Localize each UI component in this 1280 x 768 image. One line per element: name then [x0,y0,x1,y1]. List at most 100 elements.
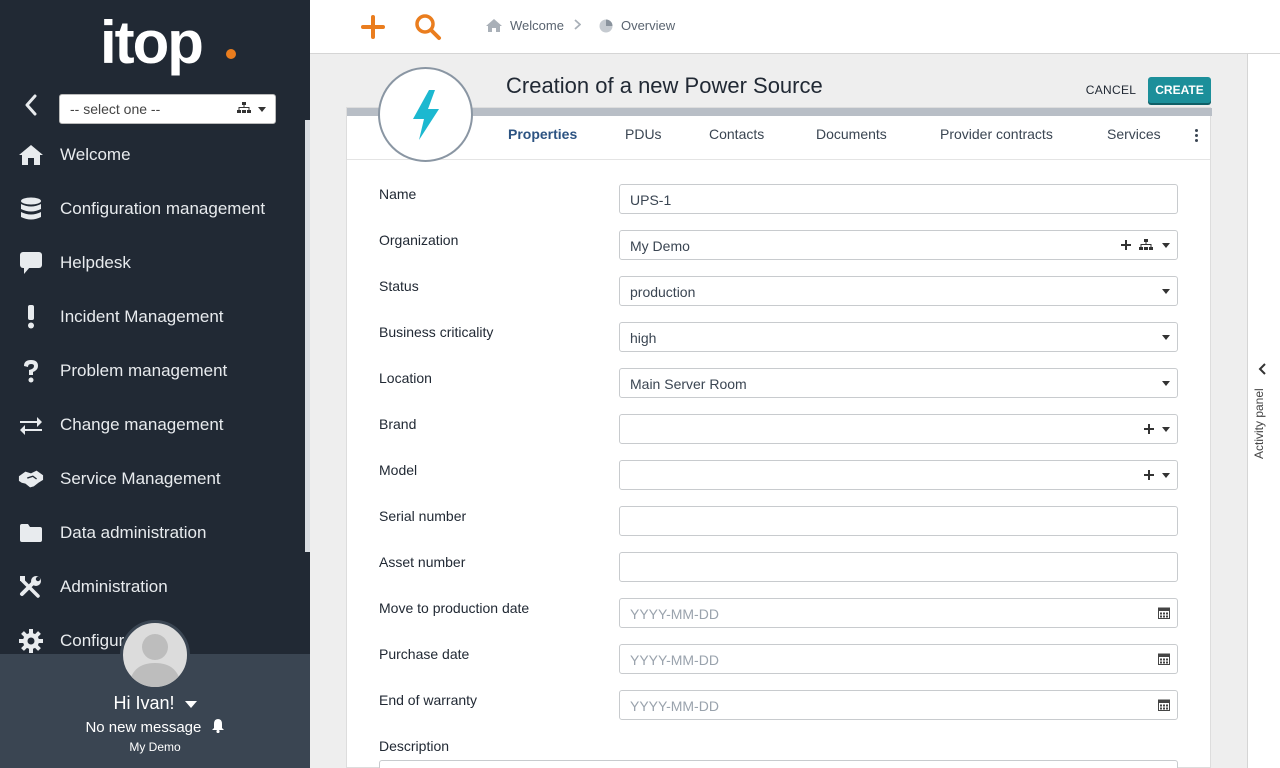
chevron-down-icon [258,107,266,112]
bell-icon [211,719,224,734]
sidebar-scrollbar[interactable] [305,120,310,552]
breadcrumb-welcome[interactable]: Welcome [486,18,564,33]
serial-number-input[interactable] [619,506,1178,536]
exchange-icon [18,412,44,438]
purchase-date-input[interactable]: YYYY-MM-DD [619,644,1178,674]
calendar-icon[interactable] [1158,606,1170,619]
home-icon [18,142,44,168]
field-label-end-of-warranty: End of warranty [379,692,478,708]
asset-number-input[interactable] [619,552,1178,582]
menu-item-problem-management[interactable]: Problem management [0,344,310,398]
chevron-down-icon [1162,335,1170,340]
menu-item-data-administration[interactable]: Data administration [0,506,310,560]
tab-services[interactable]: Services [1107,126,1161,142]
hierarchy-icon [237,102,251,113]
chevron-right-icon [574,18,589,33]
create-button[interactable]: CREATE [1148,77,1211,103]
itop-logo[interactable]: itop [100,8,250,83]
new-object-button[interactable] [360,14,386,40]
caret-down-icon [184,700,197,708]
card-header-stripe [347,108,1212,116]
activity-panel-label[interactable]: Activity panel [1252,384,1276,464]
chevron-down-icon [1162,381,1170,386]
collapse-sidebar-button[interactable] [18,92,44,118]
activity-panel: Activity panel [1247,54,1280,768]
field-label-business-criticality: Business criticality [379,324,494,340]
chevron-down-icon [1162,473,1170,478]
chevron-down-icon [1162,289,1170,294]
expand-activity-panel-button[interactable] [1258,362,1267,380]
database-icon [18,196,44,222]
chevron-down-icon [1162,243,1170,248]
user-greeting-menu[interactable]: Hi Ivan! [0,693,310,714]
model-select[interactable] [619,460,1178,490]
tools-icon [18,574,44,600]
cancel-button[interactable]: CANCEL [1080,78,1142,102]
plus-icon [361,15,385,39]
user-notifications[interactable]: No new message [0,718,310,736]
breadcrumb-overview[interactable]: Overview [599,18,675,33]
field-label-brand: Brand [379,416,417,432]
field-label-organization: Organization [379,232,459,248]
user-avatar[interactable] [120,620,190,690]
user-silhouette-icon [129,634,181,687]
add-organization-icon[interactable] [1120,239,1132,251]
menu-item-service-management[interactable]: Service Management [0,452,310,506]
menu-item-welcome[interactable]: Welcome [0,128,310,182]
organization-filter-select[interactable]: -- select one -- [59,94,276,124]
top-bar: Welcome Overview [310,0,1280,54]
field-label-status: Status [379,278,419,294]
comment-icon [18,250,44,276]
chevron-down-icon [1162,427,1170,432]
brand-select[interactable] [619,414,1178,444]
menu-item-administration[interactable]: Administration [0,560,310,614]
field-label-move-to-production-date: Move to production date [379,600,530,616]
business-criticality-select[interactable]: high [619,322,1178,352]
calendar-icon[interactable] [1158,698,1170,711]
tab-documents[interactable]: Documents [816,126,887,142]
add-model-icon[interactable] [1143,469,1155,481]
field-label-serial-number: Serial number [379,508,467,524]
form-title: Creation of a new Power Source [506,73,823,98]
gear-icon [18,628,44,654]
chevron-left-icon [1258,363,1266,375]
tab-pdus[interactable]: PDUs [625,126,662,142]
menu-item-configuration-management[interactable]: Configuration management [0,182,310,236]
question-icon [18,358,44,384]
menu-item-change-management[interactable]: Change management [0,398,310,452]
calendar-icon[interactable] [1158,652,1170,665]
tab-properties[interactable]: Properties [508,126,577,142]
field-label-location: Location [379,370,432,386]
tab-bar: Properties PDUs Contacts Documents Provi… [347,116,1210,160]
handshake-icon [18,466,44,492]
logo-dot [226,49,236,59]
global-search-button[interactable] [414,13,442,41]
menu-item-incident-management[interactable]: Incident Management [0,290,310,344]
field-label-model: Model [379,462,418,478]
name-input[interactable]: UPS-1 [619,184,1178,214]
field-label-purchase-date: Purchase date [379,646,470,662]
search-icon [415,14,441,40]
user-organization: My Demo [129,740,181,754]
organization-select[interactable]: My Demo [619,230,1178,260]
more-tabs-icon[interactable] [1192,127,1200,145]
chevron-left-icon [25,94,37,116]
home-icon [486,19,502,32]
hierarchy-icon[interactable] [1139,239,1153,251]
org-select-value: -- select one -- [70,101,161,117]
field-label-description: Description [379,738,450,754]
status-select[interactable]: production [619,276,1178,306]
menu-item-helpdesk[interactable]: Helpdesk [0,236,310,290]
exclamation-icon [18,304,44,330]
tab-contacts[interactable]: Contacts [709,126,764,142]
add-brand-icon[interactable] [1143,423,1155,435]
field-label-name: Name [379,186,417,202]
pie-chart-icon [599,19,613,32]
lightning-bolt-icon [412,89,439,140]
description-textarea[interactable] [379,760,1178,768]
end-of-warranty-input[interactable]: YYYY-MM-DD [619,690,1178,720]
field-label-asset-number: Asset number [379,554,466,570]
tab-provider-contracts[interactable]: Provider contracts [940,126,1053,142]
move-to-production-date-input[interactable]: YYYY-MM-DD [619,598,1178,628]
location-select[interactable]: Main Server Room [619,368,1178,398]
